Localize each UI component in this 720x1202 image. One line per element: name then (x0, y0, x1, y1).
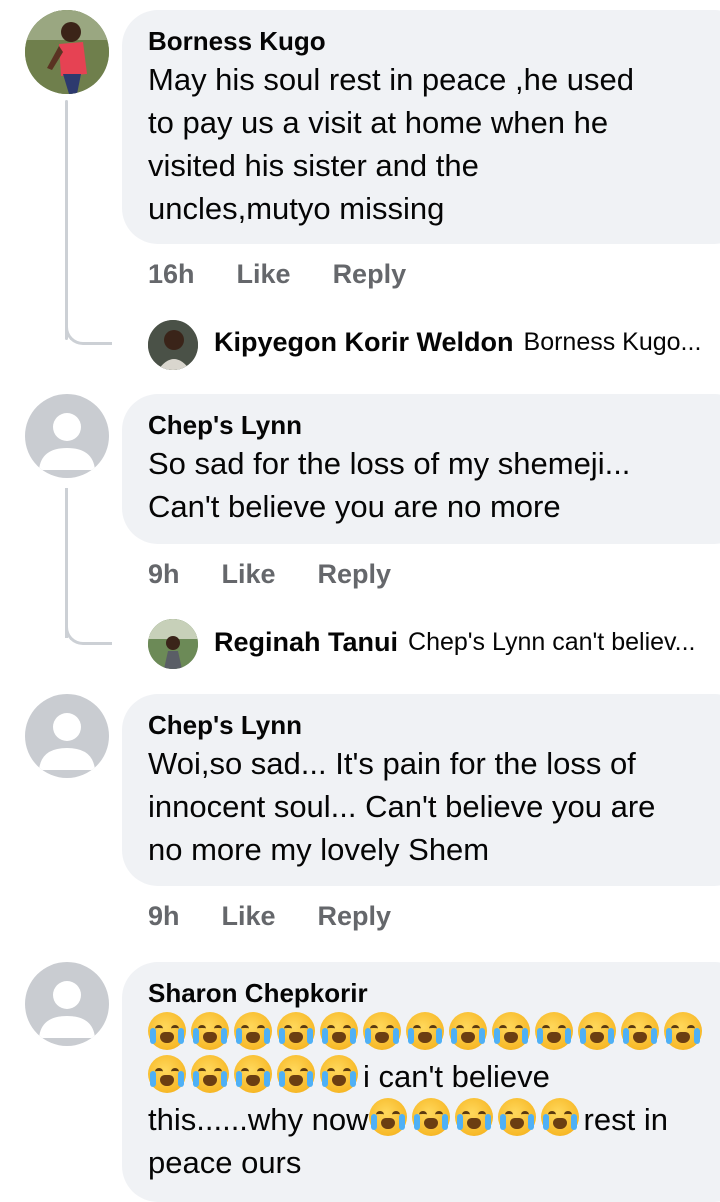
loudly-crying-face-emoji (234, 1055, 272, 1093)
comment-text: rest in (583, 1102, 668, 1137)
default-avatar-icon (39, 981, 95, 1038)
comment-author[interactable]: Borness Kugo (148, 24, 720, 58)
avatar[interactable] (25, 962, 109, 1046)
reply-button[interactable]: Reply (318, 559, 392, 590)
comment-author[interactable]: Chep's Lynn (148, 408, 720, 442)
comment-line: visited his sister and the (148, 148, 479, 183)
loudly-crying-face-emoji (277, 1055, 315, 1093)
loudly-crying-face-emoji (492, 1012, 530, 1050)
reply-button[interactable]: Reply (318, 901, 392, 932)
loudly-crying-face-emoji (320, 1055, 358, 1093)
loudly-crying-face-emoji (497, 1098, 536, 1136)
comment-line: to pay us a visit at home when he (148, 105, 609, 140)
loudly-crying-face-emoji (664, 1012, 702, 1050)
comment-text: i can't believe (363, 1059, 550, 1094)
comment-line: peace ours (148, 1145, 302, 1180)
loudly-crying-face-emoji (191, 1012, 229, 1050)
comment-text: this......why now (148, 1102, 369, 1137)
comment-bubble: Sharon Chepkorir i can't believe this...… (122, 962, 720, 1202)
comment-line: Woi,so sad... It's pain for the loss of (148, 746, 636, 781)
loudly-crying-face-emoji (540, 1098, 579, 1136)
reply-button[interactable]: Reply (333, 259, 407, 290)
reply-preview[interactable]: Reginah Tanui Chep's Lynn can't believ..… (148, 627, 696, 658)
comment-actions: 9h Like Reply (148, 559, 433, 590)
loudly-crying-face-emoji (535, 1012, 573, 1050)
comment-line: this......why now rest in (148, 1098, 720, 1141)
thread-line-curve (65, 618, 112, 645)
loudly-crying-face-emoji (234, 1012, 272, 1050)
loudly-crying-face-emoji (449, 1012, 487, 1050)
comment-line: no more my lovely Shem (148, 832, 490, 867)
comment-line: May his soul rest in peace ,he used (148, 62, 634, 97)
loudly-crying-face-emoji (454, 1098, 493, 1136)
comment-author[interactable]: Chep's Lynn (148, 708, 720, 742)
emoji-line (148, 1012, 720, 1055)
loudly-crying-face-emoji (277, 1012, 315, 1050)
like-button[interactable]: Like (237, 259, 291, 290)
like-button[interactable]: Like (222, 559, 276, 590)
loudly-crying-face-emoji (621, 1012, 659, 1050)
comment-actions: 9h Like Reply (148, 901, 433, 932)
avatar[interactable] (25, 694, 109, 778)
comment-line: Can't believe you are no more (148, 489, 561, 524)
comment-bubble: Chep's Lynn Woi,so sad... It's pain for … (122, 694, 720, 886)
comment-bubble: Borness Kugo May his soul rest in peace … (122, 10, 720, 244)
loudly-crying-face-emoji (320, 1012, 358, 1050)
loudly-crying-face-emoji (148, 1012, 186, 1050)
reply-snippet: Borness Kugo... (523, 328, 702, 356)
loudly-crying-face-emoji (363, 1012, 401, 1050)
comment-author[interactable]: Sharon Chepkorir (148, 976, 720, 1010)
comment-actions: 16h Like Reply (148, 259, 448, 290)
default-avatar-icon (39, 713, 95, 770)
reply-author[interactable]: Reginah Tanui (214, 627, 398, 658)
loudly-crying-face-emoji (191, 1055, 229, 1093)
reply-preview[interactable]: Kipyegon Korir Weldon Borness Kugo... (148, 327, 701, 358)
comment-bubble: Chep's Lynn So sad for the loss of my sh… (122, 394, 720, 544)
loudly-crying-face-emoji (411, 1098, 450, 1136)
reply-snippet: Chep's Lynn can't believ... (408, 628, 696, 656)
loudly-crying-face-emoji (148, 1055, 186, 1093)
loudly-crying-face-emoji (578, 1012, 616, 1050)
comment-line: So sad for the loss of my shemeji... (148, 446, 631, 481)
like-button[interactable]: Like (222, 901, 276, 932)
reply-author[interactable]: Kipyegon Korir Weldon (214, 327, 514, 358)
avatar[interactable] (25, 394, 109, 478)
timestamp[interactable]: 16h (148, 259, 195, 290)
comment-line: uncles,mutyo missing (148, 191, 445, 226)
thread-line (65, 100, 68, 340)
comment-line: innocent soul... Can't believe you are (148, 789, 656, 824)
loudly-crying-face-emoji (368, 1098, 407, 1136)
thread-line-curve (65, 318, 112, 345)
default-avatar-icon (39, 413, 95, 470)
loudly-crying-face-emoji (406, 1012, 444, 1050)
avatar[interactable] (25, 10, 109, 94)
timestamp[interactable]: 9h (148, 901, 180, 932)
timestamp[interactable]: 9h (148, 559, 180, 590)
thread-line (65, 488, 68, 638)
comment-line: i can't believe (148, 1055, 720, 1098)
profile-photo-icon (25, 10, 109, 94)
